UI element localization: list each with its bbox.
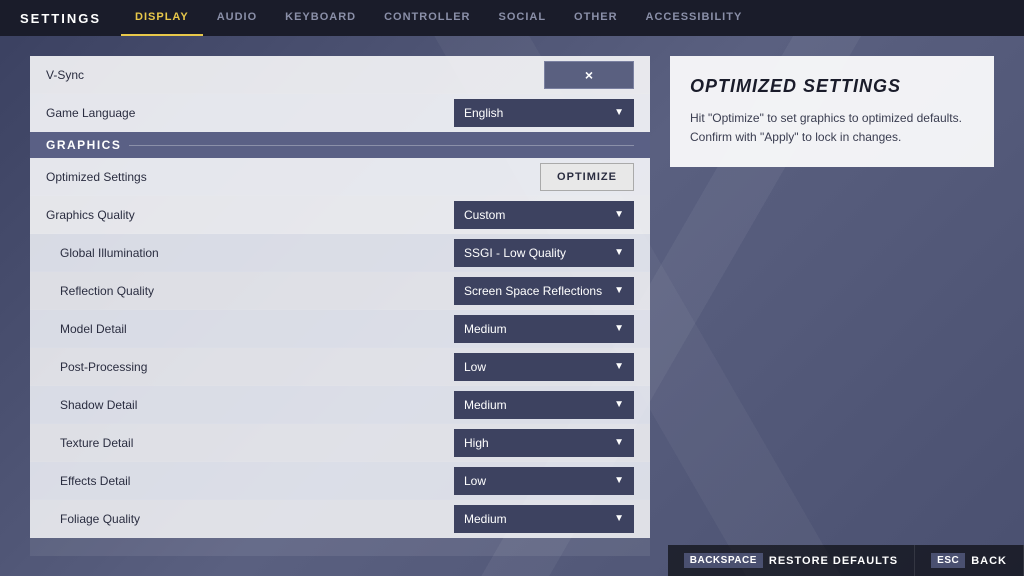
chevron-down-icon: ▼: [614, 323, 624, 334]
reflection-quality-label: Reflection Quality: [60, 284, 154, 298]
tab-social[interactable]: SOCIAL: [484, 0, 560, 36]
shadow-detail-dropdown[interactable]: Medium ▼: [454, 391, 634, 419]
chevron-down-icon: ▼: [614, 247, 624, 258]
esc-key-label: ESC: [931, 553, 965, 568]
texture-detail-value: High: [464, 436, 489, 450]
model-detail-value: Medium: [464, 322, 507, 336]
info-title: OPTIMIZED SETTINGS: [690, 76, 974, 97]
global-illumination-row: Global Illumination SSGI - Low Quality ▼: [30, 234, 650, 272]
texture-detail-control: High ▼: [454, 429, 634, 457]
tab-keyboard[interactable]: KEYBOARD: [271, 0, 370, 36]
back-label: BACK: [971, 555, 1007, 567]
reflection-quality-control: Screen Space Reflections ▼: [454, 277, 634, 305]
post-processing-row: Post-Processing Low ▼: [30, 348, 650, 386]
post-processing-value: Low: [464, 360, 486, 374]
graphics-quality-dropdown[interactable]: Custom ▼: [454, 201, 634, 229]
global-illumination-dropdown[interactable]: SSGI - Low Quality ▼: [454, 239, 634, 267]
model-detail-label: Model Detail: [60, 322, 127, 336]
graphics-quality-row: Graphics Quality Custom ▼: [30, 196, 650, 234]
tab-audio[interactable]: AUDIO: [203, 0, 271, 36]
shadow-detail-label: Shadow Detail: [60, 398, 137, 412]
model-detail-control: Medium ▼: [454, 315, 634, 343]
reflection-quality-row: Reflection Quality Screen Space Reflecti…: [30, 272, 650, 310]
topbar: SETTINGS DISPLAY AUDIO KEYBOARD CONTROLL…: [0, 0, 1024, 36]
chevron-down-icon: ▼: [614, 399, 624, 410]
global-illumination-value: SSGI - Low Quality: [464, 246, 566, 260]
info-description: Hit "Optimize" to set graphics to optimi…: [690, 109, 974, 147]
chevron-down-icon: ▼: [614, 475, 624, 486]
effects-detail-value: Low: [464, 474, 486, 488]
tab-controller[interactable]: CONTROLLER: [370, 0, 484, 36]
optimize-button[interactable]: OPTIMIZE: [540, 163, 634, 191]
foliage-quality-dropdown[interactable]: Medium ▼: [454, 505, 634, 533]
model-detail-dropdown[interactable]: Medium ▼: [454, 315, 634, 343]
game-language-dropdown[interactable]: English ▼: [454, 99, 634, 127]
foliage-quality-control: Medium ▼: [454, 505, 634, 533]
section-divider: [129, 145, 634, 146]
info-panel: OPTIMIZED SETTINGS Hit "Optimize" to set…: [670, 56, 994, 167]
texture-detail-label: Texture Detail: [60, 436, 133, 450]
game-language-row: Game Language English ▼: [30, 94, 650, 132]
graphics-quality-control: Custom ▼: [454, 201, 634, 229]
shadow-detail-control: Medium ▼: [454, 391, 634, 419]
graphics-quality-value: Custom: [464, 208, 505, 222]
optimized-settings-control: OPTIMIZE: [540, 163, 634, 191]
game-language-control: English ▼: [454, 99, 634, 127]
game-language-value: English: [464, 106, 503, 120]
shadow-detail-row: Shadow Detail Medium ▼: [30, 386, 650, 424]
model-detail-row: Model Detail Medium ▼: [30, 310, 650, 348]
chevron-down-icon: ▼: [614, 285, 624, 296]
foliage-quality-row: Foliage Quality Medium ▼: [30, 500, 650, 538]
reflection-quality-dropdown[interactable]: Screen Space Reflections ▼: [454, 277, 634, 305]
reflection-quality-value: Screen Space Reflections: [464, 284, 602, 298]
vsync-label: V-Sync: [46, 68, 84, 82]
foliage-quality-label: Foliage Quality: [60, 512, 140, 526]
settings-panel: V-Sync × Game Language English ▼ GRAPHIC…: [30, 56, 650, 556]
tab-accessibility[interactable]: ACCESSIBILITY: [632, 0, 757, 36]
chevron-down-icon: ▼: [614, 107, 624, 118]
effects-detail-row: Effects Detail Low ▼: [30, 462, 650, 500]
game-language-label: Game Language: [46, 106, 135, 120]
post-processing-label: Post-Processing: [60, 360, 147, 374]
restore-defaults-label: RESTORE DEFAULTS: [769, 555, 898, 567]
main-content: V-Sync × Game Language English ▼ GRAPHIC…: [0, 36, 1024, 576]
post-processing-dropdown[interactable]: Low ▼: [454, 353, 634, 381]
bottom-bar: BACKSPACE RESTORE DEFAULTS ESC BACK: [668, 545, 1024, 576]
app-title: SETTINGS: [20, 11, 101, 26]
effects-detail-label: Effects Detail: [60, 474, 130, 488]
chevron-down-icon: ▼: [614, 361, 624, 372]
back-button[interactable]: ESC BACK: [915, 545, 1024, 576]
effects-detail-dropdown[interactable]: Low ▼: [454, 467, 634, 495]
graphics-quality-label: Graphics Quality: [46, 208, 135, 222]
effects-detail-control: Low ▼: [454, 467, 634, 495]
shadow-detail-value: Medium: [464, 398, 507, 412]
optimized-settings-row: Optimized Settings OPTIMIZE: [30, 158, 650, 196]
foliage-quality-value: Medium: [464, 512, 507, 526]
graphics-section-header: GRAPHICS: [30, 132, 650, 158]
vsync-control: ×: [544, 61, 634, 89]
global-illumination-label: Global Illumination: [60, 246, 159, 260]
texture-detail-dropdown[interactable]: High ▼: [454, 429, 634, 457]
vsync-value: ×: [585, 67, 593, 83]
post-processing-control: Low ▼: [454, 353, 634, 381]
tab-other[interactable]: OTHER: [560, 0, 632, 36]
tab-display[interactable]: DISPLAY: [121, 0, 203, 36]
restore-defaults-button[interactable]: BACKSPACE RESTORE DEFAULTS: [668, 545, 915, 576]
chevron-down-icon: ▼: [614, 513, 624, 524]
graphics-section-title: GRAPHICS: [46, 138, 121, 152]
vsync-row: V-Sync ×: [30, 56, 650, 94]
backspace-key-label: BACKSPACE: [684, 553, 763, 568]
texture-detail-row: Texture Detail High ▼: [30, 424, 650, 462]
global-illumination-control: SSGI - Low Quality ▼: [454, 239, 634, 267]
vsync-toggle[interactable]: ×: [544, 61, 634, 89]
optimized-settings-label: Optimized Settings: [46, 170, 147, 184]
chevron-down-icon: ▼: [614, 437, 624, 448]
chevron-down-icon: ▼: [614, 209, 624, 220]
nav-tabs: DISPLAY AUDIO KEYBOARD CONTROLLER SOCIAL…: [121, 0, 756, 36]
